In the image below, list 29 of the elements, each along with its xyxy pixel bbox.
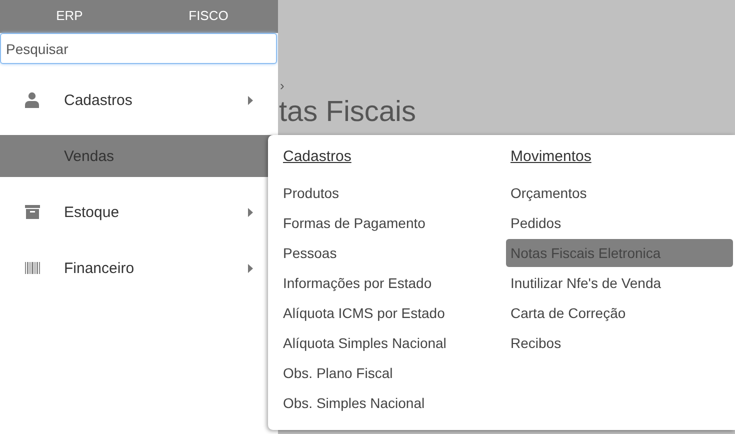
tab[interactable]: ERP [0, 0, 139, 33]
submenu-item[interactable]: Obs. Simples Nacional [278, 389, 506, 417]
submenu-item[interactable]: Informações por Estado [278, 269, 506, 297]
submenu-item[interactable]: Carta de Correção [506, 299, 733, 327]
submenu-item[interactable]: Produtos [278, 179, 506, 207]
submenu-item[interactable]: Alíquota Simples Nacional [278, 329, 506, 357]
submenu-item[interactable]: Formas de Pagamento [278, 209, 506, 237]
submenu-item[interactable]: Alíquota ICMS por Estado [278, 299, 506, 327]
submenu-item[interactable]: Orçamentos [506, 179, 733, 207]
tab[interactable]: FISCO [139, 0, 278, 33]
breadcrumb: › [280, 78, 284, 93]
column-heading: Movimentos [510, 147, 592, 167]
page-title: tas Fiscais [279, 96, 416, 129]
menu-item[interactable]: Estoque [0, 191, 278, 233]
person-icon [25, 92, 39, 108]
menu-item[interactable]: Financeiro [0, 247, 278, 289]
box-icon [24, 205, 40, 219]
submenu-item[interactable]: Pessoas [278, 239, 506, 267]
menu-item[interactable]: Cadastros [0, 79, 278, 121]
barcode-icon [24, 262, 40, 274]
column-heading: Cadastros [283, 147, 352, 167]
search-field[interactable]: Pesquisar [0, 33, 277, 64]
submenu-item[interactable]: Pedidos [506, 209, 733, 237]
caret-icon [248, 208, 253, 216]
submenu-item[interactable]: Recibos [506, 329, 733, 357]
caret-icon [248, 264, 253, 272]
submenu-item[interactable]: Inutilizar Nfe's de Venda [506, 269, 733, 297]
submenu-item[interactable]: Obs. Plano Fiscal [278, 359, 506, 387]
caret-icon [248, 96, 253, 104]
